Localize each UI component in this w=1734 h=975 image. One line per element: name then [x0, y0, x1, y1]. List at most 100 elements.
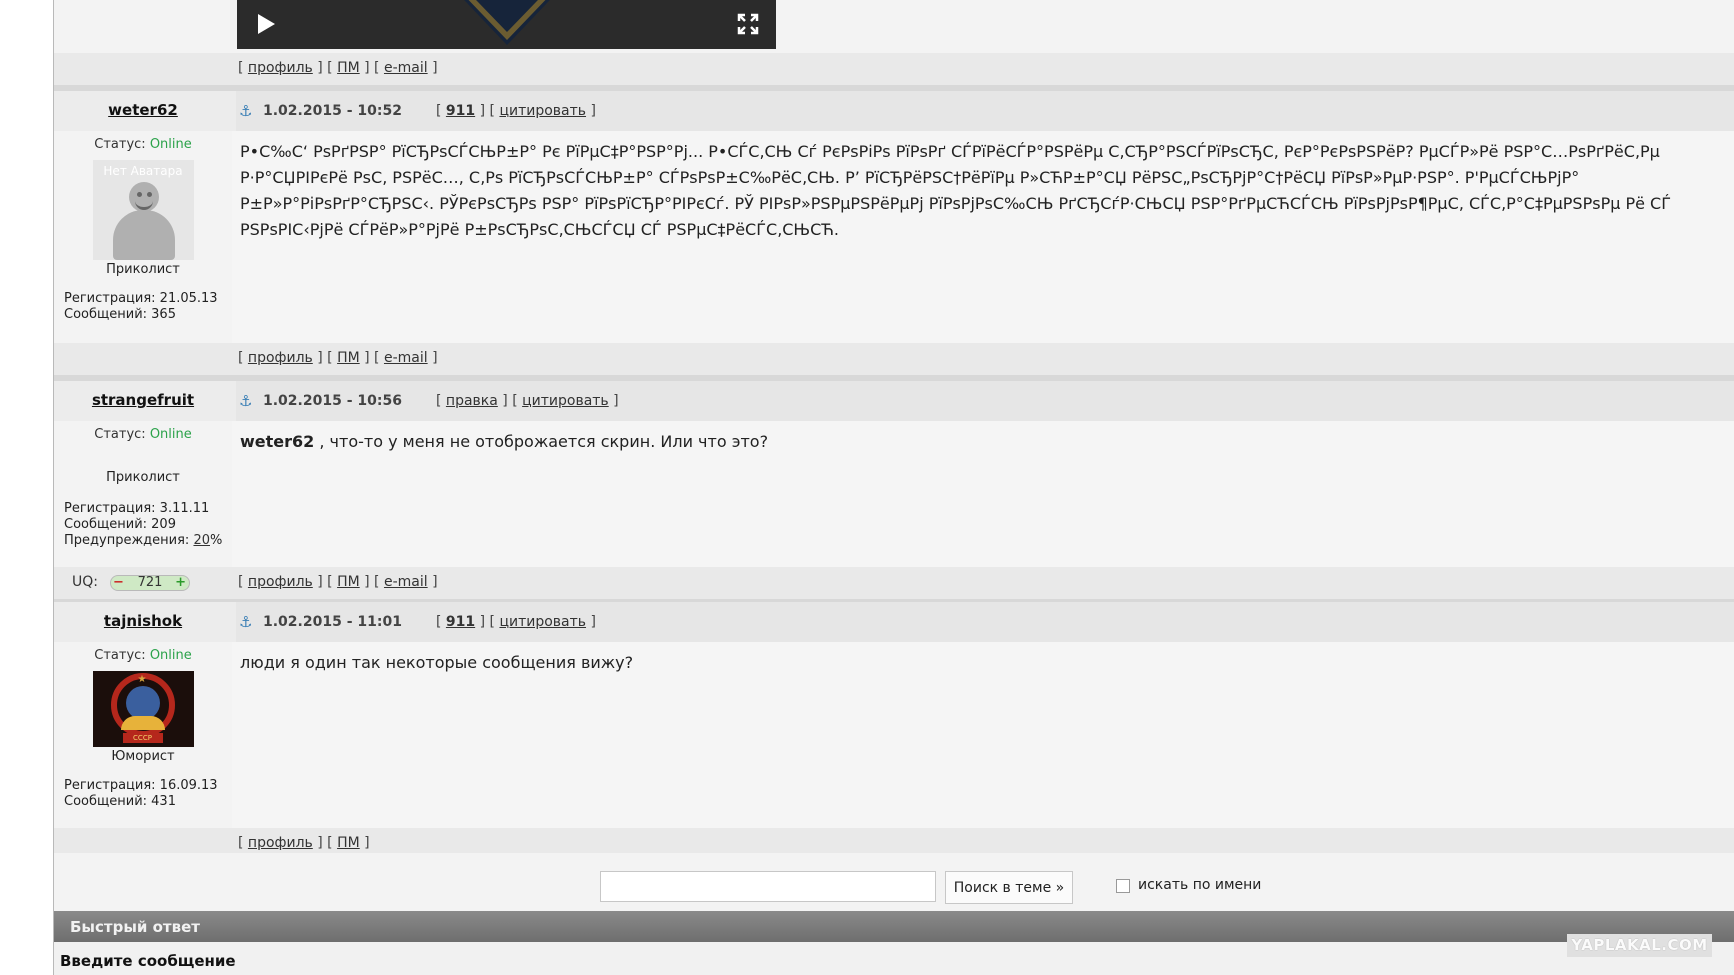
avatar-emblem-sun: [120, 716, 165, 730]
user-info: Статус: Online Нет Аватара Приколист Рег…: [54, 131, 232, 343]
user-stats: Регистрация: 16.09.13 Сообщений: 431: [54, 778, 232, 810]
anchor-icon[interactable]: ⚓: [239, 392, 252, 410]
user-rank: Приколист: [106, 470, 180, 485]
anchor-icon[interactable]: ⚓: [239, 613, 252, 631]
edit-link[interactable]: правка: [446, 393, 498, 409]
online-badge: Online: [149, 648, 192, 663]
email-link[interactable]: e-mail: [384, 60, 428, 76]
avatar-eye: [146, 192, 152, 197]
message-text: , что-то у меня не отоброжается скрин. И…: [314, 432, 769, 451]
online-badge: Online: [149, 137, 192, 152]
post-author: tajnishok: [54, 602, 232, 642]
post-header: strangefruit ⚓ 1.02.2015 - 10:56 [ правк…: [54, 381, 1734, 421]
post-count: Сообщений: 431: [64, 794, 176, 809]
user-info: Статус: Online ★ СССР Юморист Регистраци…: [54, 642, 232, 828]
post-meta: ⚓ 1.02.2015 - 11:01 [ 911 ] [ цитировать…: [236, 602, 1734, 642]
uq-label: UQ:: [72, 574, 98, 590]
report-link[interactable]: 911: [446, 103, 475, 119]
anchor-icon[interactable]: ⚓: [239, 102, 252, 120]
email-link[interactable]: e-mail: [384, 574, 428, 590]
post-actions: [ 911 ] [ цитировать ]: [436, 614, 596, 630]
profile-link[interactable]: профиль: [248, 574, 313, 590]
pm-link[interactable]: ПМ: [337, 60, 360, 76]
username-link[interactable]: weter62: [108, 101, 178, 119]
search-by-name-checkbox[interactable]: [1116, 879, 1130, 893]
post-count: Сообщений: 209: [64, 517, 176, 532]
topic-search: Поиск в теме » искать по имени: [54, 853, 1734, 913]
report-link[interactable]: 911: [446, 614, 475, 630]
pm-link[interactable]: ПМ: [337, 574, 360, 590]
enter-message-section: Введите сообщение: [54, 942, 1734, 975]
avatar[interactable]: Нет Аватара: [92, 160, 194, 260]
username-link[interactable]: strangefruit: [92, 391, 194, 409]
user-status: Статус: Online: [94, 137, 192, 152]
warnings: Предупреждения: 20%: [64, 533, 223, 548]
search-by-name-label: искать по имени: [1138, 877, 1262, 893]
post-links: [ профиль ] [ ПМ ] [ e-mail ]: [238, 574, 438, 590]
post-meta: ⚓ 1.02.2015 - 10:52 [ 911 ] [ цитировать…: [236, 91, 1734, 131]
user-status: Статус: Online: [94, 648, 192, 663]
reg-date: Регистрация: 21.05.13: [64, 291, 218, 306]
quoted-user[interactable]: weter62: [240, 432, 314, 451]
post-actions: [ 911 ] [ цитировать ]: [436, 103, 596, 119]
quote-link[interactable]: цитировать: [499, 614, 586, 630]
email-link[interactable]: e-mail: [384, 350, 428, 366]
post-author: strangefruit: [54, 381, 232, 421]
post-links: [ профиль ] [ ПМ ] [ e-mail ]: [238, 350, 438, 366]
fullscreen-icon[interactable]: [737, 13, 759, 35]
search-button[interactable]: Поиск в теме »: [945, 871, 1073, 904]
uq-minus-button[interactable]: −: [113, 576, 124, 590]
play-icon[interactable]: [258, 14, 275, 34]
video-player[interactable]: [237, 0, 776, 49]
post-footer: UQ: − 721 + [ профиль ] [ ПМ ] [ e-mail …: [54, 567, 1734, 599]
post-message: люди я один так некоторые сообщения вижу…: [236, 642, 1734, 828]
pm-link[interactable]: ПМ: [337, 350, 360, 366]
post-header: tajnishok ⚓ 1.02.2015 - 11:01 [ 911 ] [ …: [54, 602, 1734, 642]
avatar-body: [112, 210, 175, 260]
avatar-caption: Нет Аватара: [103, 164, 183, 178]
warnings-link[interactable]: 20: [193, 533, 210, 548]
site-watermark: YAPLAKAL.COM: [1567, 934, 1712, 957]
forum-page: [ профиль ] [ ПМ ] [ e-mail ] weter62 ⚓ …: [0, 0, 1734, 975]
uq-plus-button[interactable]: +: [175, 576, 186, 590]
post-author: weter62: [54, 91, 232, 131]
post-meta: ⚓ 1.02.2015 - 10:56 [ правка ] [ цитиров…: [236, 381, 1734, 421]
post-links: [ профиль ] [ ПМ ] [ e-mail ]: [238, 60, 438, 76]
reg-date: Регистрация: 3.11.11: [64, 501, 210, 516]
post-date: 1.02.2015 - 11:01: [263, 614, 402, 630]
post-date: 1.02.2015 - 10:56: [263, 393, 402, 409]
quick-reply-title: Быстрый ответ: [70, 918, 200, 936]
profile-link[interactable]: профиль: [248, 350, 313, 366]
avatar-emblem-globe: [125, 686, 160, 720]
user-rank: Юморист: [111, 749, 175, 764]
post-body: Статус: Online ★ СССР Юморист Регистраци…: [54, 642, 1734, 828]
post-body: Статус: Online Нет Аватара Приколист Рег…: [54, 131, 1734, 343]
quote-link[interactable]: цитировать: [499, 103, 586, 119]
pm-link[interactable]: ПМ: [337, 835, 360, 851]
profile-link[interactable]: профиль: [248, 835, 313, 851]
post-date: 1.02.2015 - 10:52: [263, 103, 402, 119]
post-links: [ профиль ] [ ПМ ]: [238, 835, 370, 851]
profile-link[interactable]: профиль: [248, 60, 313, 76]
post-count: Сообщений: 365: [64, 307, 176, 322]
quote-link[interactable]: цитировать: [522, 393, 609, 409]
username-link[interactable]: tajnishok: [104, 612, 182, 630]
user-stats: Регистрация: 3.11.11 Сообщений: 209 Пред…: [54, 501, 232, 549]
enter-message-label: Введите сообщение: [60, 952, 236, 970]
post-footer: [ профиль ] [ ПМ ] [ e-mail ]: [54, 53, 1734, 85]
uq-value: 721: [137, 575, 163, 590]
post-message: Р•С‰С‘ РѕРґРЅР° РїСЂРѕСЃСЊР±Р° Рє РїРµС‡…: [236, 131, 1734, 343]
video-thumbnail-shape: [418, 0, 596, 32]
quick-reply-bar[interactable]: Быстрый ответ: [54, 911, 1734, 942]
avatar-emblem-band: СССР: [122, 733, 163, 743]
star-icon: ★: [137, 674, 147, 685]
avatar[interactable]: ★ СССР: [92, 671, 194, 747]
uq-rating: − 721 +: [110, 575, 190, 591]
user-rank: Приколист: [106, 262, 180, 277]
post-body: Статус: Online Приколист Регистрация: 3.…: [54, 421, 1734, 567]
online-badge: Online: [149, 427, 192, 442]
search-input[interactable]: [600, 871, 936, 902]
post-actions: [ правка ] [ цитировать ]: [436, 393, 619, 409]
post-message: weter62 , что-то у меня не отоброжается …: [236, 421, 1734, 567]
user-status: Статус: Online: [94, 427, 192, 442]
